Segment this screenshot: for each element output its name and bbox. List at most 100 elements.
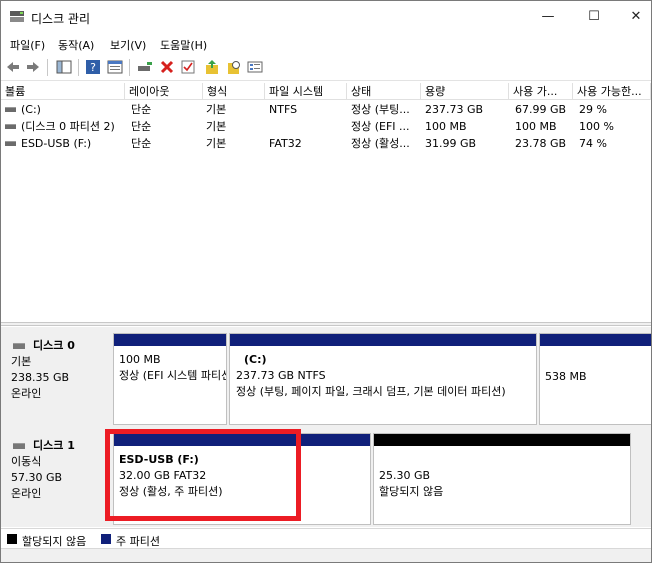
disk-name: 디스크 0 [33,339,75,352]
column-volume[interactable]: 볼륨 [1,83,125,100]
cell-type: 기본 [206,137,227,150]
legend: 할당되지 않음 주 파티션 [1,528,651,548]
cell-status: 정상 (부팅... [351,103,410,116]
forward-arrow-icon[interactable] [25,59,41,75]
cell-volume: (C:) [21,103,41,116]
cell-layout: 단순 [131,137,152,150]
cell-layout: 단순 [131,103,152,116]
column-free-space[interactable]: 사용 가... [509,83,573,100]
disk-management-app-icon [10,11,24,22]
import-icon[interactable] [204,59,220,75]
menu-file[interactable]: 파일(F) [10,37,45,53]
cell-percent-free: 74 % [579,137,607,150]
disk-icon [13,343,25,349]
partition-cap [230,334,536,346]
status-bar [1,548,651,562]
cell-file-system: FAT32 [269,137,302,150]
toolbar: ? [1,54,651,81]
back-arrow-icon[interactable] [5,59,21,75]
column-layout[interactable]: 레이아웃 [125,83,203,100]
cell-capacity: 31.99 GB [425,137,477,150]
partition-status: 할당되지 않음 [379,485,444,498]
disk-management-window: 디스크 관리 — ☐ ✕ 파일(F) 동작(A) 보기(V) 도움말(H) ? … [0,0,652,563]
menu-help[interactable]: 도움말(H) [160,37,207,53]
menu-action[interactable]: 동작(A) [58,37,94,53]
toolbar-separator [47,59,48,76]
pane-splitter[interactable] [1,322,651,326]
partition-unallocated[interactable]: 25.30 GB 할당되지 않음 [373,433,631,525]
disk-graphical-view: 디스크 0 기본 238.35 GB 온라인 100 MB 정상 (EFI 시스… [1,327,651,527]
table-row[interactable]: (디스크 0 파티션 2) 단순 기본 정상 (EFI ... 100 MB 1… [1,119,651,135]
window-title: 디스크 관리 [31,12,91,26]
column-file-system[interactable]: 파일 시스템 [265,83,347,100]
disk-0-info[interactable]: 디스크 0 기본 238.35 GB 온라인 [1,333,111,425]
column-capacity[interactable]: 용량 [421,83,509,100]
partition-detail: 538 MB [545,370,587,383]
list-view-icon[interactable] [247,59,263,75]
toolbar-separator [78,59,79,76]
highlight-annotation [105,429,301,521]
close-button[interactable]: ✕ [625,7,647,27]
title-bar: 디스크 관리 — ☐ ✕ [1,1,651,33]
help-icon[interactable]: ? [85,59,101,75]
partition-cap [540,334,651,346]
table-row[interactable]: ESD-USB (F:) 단순 기본 FAT32 정상 (활성... 31.99… [1,136,651,152]
disk-status: 온라인 [11,487,42,500]
console-tree-icon[interactable] [56,59,72,75]
partition-detail: 25.30 GB [379,469,431,482]
column-status[interactable]: 상태 [347,83,421,100]
cell-free-space: 23.78 GB [515,137,567,150]
volume-list: 볼륨 레이아웃 형식 파일 시스템 상태 용량 사용 가... 사용 가능한..… [1,83,651,321]
cell-volume: ESD-USB (F:) [21,137,92,150]
legend-label-unallocated: 할당되지 않음 [22,535,87,548]
partition-detail: 237.73 GB NTFS [236,369,326,382]
menu-view[interactable]: 보기(V) [110,37,146,53]
legend-swatch-unallocated [7,534,17,544]
disk-1-info[interactable]: 디스크 1 이동식 57.30 GB 온라인 [1,433,111,525]
partition-cap [374,434,630,446]
partition-c[interactable]: (C:) 237.73 GB NTFS 정상 (부팅, 페이지 파일, 크래시 … [229,333,537,425]
drive-icon [5,124,16,129]
connect-drive-icon[interactable] [137,59,153,75]
partition-efi[interactable]: 100 MB 정상 (EFI 시스템 파티션) [113,333,227,425]
cell-percent-free: 100 % [579,120,614,133]
cell-layout: 단순 [131,120,152,133]
disk-type: 이동식 [11,455,42,468]
partition-recovery[interactable]: 538 MB [539,333,651,425]
disk-size: 238.35 GB [11,371,70,384]
disk-type: 기본 [11,355,32,368]
table-row[interactable]: (C:) 단순 기본 NTFS 정상 (부팅... 237.73 GB 67.9… [1,102,651,118]
disk-icon [13,443,25,449]
cell-capacity: 100 MB [425,120,467,133]
cell-volume: (디스크 0 파티션 2) [21,120,115,133]
cell-capacity: 237.73 GB [425,103,484,116]
cell-percent-free: 29 % [579,103,607,116]
drive-icon [5,107,16,112]
cell-free-space: 67.99 GB [515,103,567,116]
partition-detail: 100 MB [119,353,161,366]
cell-free-space: 100 MB [515,120,557,133]
svg-text:?: ? [90,61,96,74]
find-icon[interactable] [226,59,242,75]
delete-icon[interactable] [159,59,175,75]
cell-file-system: NTFS [269,103,298,116]
properties-icon[interactable] [107,59,123,75]
check-icon[interactable] [180,59,196,75]
legend-swatch-primary [101,534,111,544]
maximize-button[interactable]: ☐ [583,7,605,27]
disk-name: 디스크 1 [33,439,75,452]
cell-status: 정상 (EFI ... [351,120,410,133]
column-percent-free[interactable]: 사용 가능한... [573,83,651,100]
column-type[interactable]: 형식 [203,83,265,100]
cell-status: 정상 (활성... [351,137,410,150]
partition-status: 정상 (EFI 시스템 파티션) [119,369,227,382]
volume-list-header: 볼륨 레이아웃 형식 파일 시스템 상태 용량 사용 가... 사용 가능한..… [1,83,651,100]
drive-icon [5,141,16,146]
menu-bar: 파일(F) 동작(A) 보기(V) 도움말(H) [1,34,651,54]
legend-label-primary: 주 파티션 [116,535,160,548]
partition-status: 정상 (부팅, 페이지 파일, 크래시 덤프, 기본 데이터 파티션) [236,385,506,398]
partition-cap [114,334,226,346]
cell-type: 기본 [206,103,227,116]
minimize-button[interactable]: — [537,7,559,27]
toolbar-separator [129,59,130,76]
